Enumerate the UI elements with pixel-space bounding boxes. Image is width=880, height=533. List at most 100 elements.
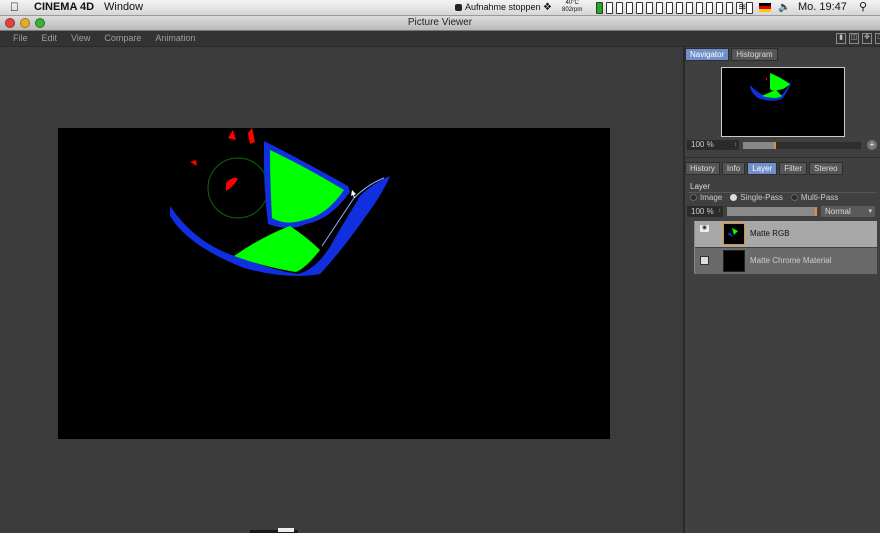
cpu-bar	[626, 2, 633, 14]
window-titlebar: Picture Viewer	[0, 16, 880, 31]
panel-layout-icon[interactable]: ▮	[836, 33, 846, 44]
blend-mode-value: Normal	[825, 207, 851, 216]
red-matte-fragment	[228, 130, 236, 140]
zoom-stepper-icon[interactable]: ↕	[734, 140, 737, 150]
layer-thumbnail	[723, 223, 745, 245]
cpu-bar	[606, 2, 613, 14]
mode-multi-pass-option[interactable]: Multi-Pass	[790, 193, 839, 202]
tab-layer[interactable]: Layer	[747, 162, 778, 175]
expand-icon[interactable]: □	[875, 33, 880, 44]
layer-section-title: Layer	[690, 182, 711, 191]
green-thumb-shape	[770, 73, 790, 91]
cpu-bar	[636, 2, 643, 14]
spotlight-search-icon[interactable]: ⚲	[859, 0, 867, 15]
recording-label: Aufnahme stoppen	[465, 2, 541, 12]
mode-multi-pass-label: Multi-Pass	[800, 193, 839, 202]
layer-mode-options: Image Single-Pass Multi-Pass	[690, 193, 838, 202]
app-menu[interactable]: CINEMA 4D	[34, 0, 94, 15]
temperature-value: 40°C	[565, 0, 579, 6]
menu-edit[interactable]: Edit	[39, 31, 61, 46]
green-backrest	[270, 150, 344, 223]
tab-info[interactable]: Info	[721, 162, 746, 175]
layer-list: ◉ Matte RGB Matte Chrome Material	[695, 221, 877, 275]
tab-navigator[interactable]: Navigator	[685, 48, 730, 61]
menu-view[interactable]: View	[68, 31, 93, 46]
blend-mode-select[interactable]: Normal ▾	[821, 206, 875, 217]
zoom-input[interactable]: 100 %	[687, 140, 739, 150]
clock[interactable]: Mo. 19:47	[798, 0, 847, 15]
menu-compare[interactable]: Compare	[101, 31, 144, 46]
red-matte-fragment	[226, 177, 238, 191]
navigator-preview[interactable]	[721, 67, 845, 137]
zoom-plus-icon[interactable]: +	[867, 140, 877, 150]
zoom-slider[interactable]	[743, 142, 861, 149]
mode-single-pass-label: Single-Pass	[740, 193, 783, 202]
cpu-bar	[676, 2, 683, 14]
cpu-bar	[656, 2, 663, 14]
menu-animation[interactable]: Animation	[152, 31, 198, 46]
cpu-bar	[616, 2, 623, 14]
mode-single-pass-option[interactable]: Single-Pass	[730, 193, 783, 202]
layer-thumbnail	[723, 250, 745, 272]
layer-header	[687, 181, 877, 193]
wifi-icon[interactable]: ≋	[738, 0, 746, 15]
viewer-canvas[interactable]	[0, 47, 684, 533]
tab-histogram[interactable]: Histogram	[731, 48, 778, 61]
navigator-zoom-row: 100 % ↕ +	[687, 140, 877, 151]
mode-image-option[interactable]: Image	[690, 193, 722, 202]
cpu-meter[interactable]	[596, 2, 753, 14]
minimize-window-icon[interactable]	[20, 18, 30, 28]
zoom-slider-thumb[interactable]	[773, 142, 776, 149]
layer-visibility-checkbox[interactable]	[700, 256, 709, 265]
cpu-bar	[726, 2, 733, 14]
side-panel: Navigator Histogram 100 % ↕ + History In…	[685, 47, 880, 533]
dropbox-icon[interactable]: ❖	[542, 2, 553, 13]
fan-speed-value: 802rpm	[562, 7, 583, 13]
recording-stop-button[interactable]: Aufnahme stoppen	[455, 0, 541, 15]
eye-icon[interactable]: ◉	[700, 225, 709, 232]
timeline-marker	[278, 528, 294, 532]
zoom-window-icon[interactable]	[35, 18, 45, 28]
green-thumb-shape	[732, 228, 738, 235]
split-layout-icon[interactable]: ◫	[849, 33, 859, 44]
tab-stereo[interactable]: Stereo	[809, 162, 843, 175]
radio-multi-pass[interactable]	[790, 194, 798, 201]
cpu-bar	[696, 2, 703, 14]
red-matte-fragment	[190, 160, 197, 166]
cpu-bar	[666, 2, 673, 14]
german-flag-icon[interactable]	[759, 3, 771, 12]
opacity-slider[interactable]	[727, 207, 817, 216]
opacity-slider-thumb[interactable]	[815, 207, 817, 216]
tab-history[interactable]: History	[685, 162, 720, 175]
red-thumb-fragment	[766, 78, 767, 80]
window-controls	[5, 18, 45, 28]
move-icon[interactable]: ✥	[862, 33, 872, 44]
layer-name: Matte RGB	[750, 229, 790, 238]
opacity-stepper-icon[interactable]: ↕	[718, 206, 721, 217]
tab-filter[interactable]: Filter	[779, 162, 808, 175]
cpu-bar	[706, 2, 713, 14]
rendered-image[interactable]	[58, 128, 610, 439]
cpu-bar	[686, 2, 693, 14]
close-window-icon[interactable]	[5, 18, 15, 28]
temperature-readout[interactable]: 40°C 802rpm	[562, 0, 582, 14]
navigator-thumbnail	[750, 73, 792, 101]
apple-menu-icon[interactable]: 	[10, 0, 19, 15]
app-menubar: File Edit View Compare Animation ▮ ◫ ✥ □	[0, 31, 880, 47]
opacity-row: 100 % ↕ Normal ▾	[687, 206, 877, 217]
menu-file[interactable]: File	[10, 31, 31, 46]
layer-row-matte-rgb[interactable]: ◉ Matte RGB	[695, 221, 877, 247]
chevron-down-icon: ▾	[868, 208, 872, 215]
matte-render	[170, 128, 390, 276]
volume-icon[interactable]: 🔈	[778, 0, 790, 15]
window-menu[interactable]: Window	[104, 0, 143, 15]
layer-row-matte-chrome-material[interactable]: Matte Chrome Material	[695, 248, 877, 274]
zoom-slider-fill	[743, 142, 775, 149]
radio-image[interactable]	[690, 194, 697, 201]
layout-tools: ▮ ◫ ✥ □	[836, 33, 880, 44]
radio-single-pass[interactable]	[730, 194, 738, 201]
red-matte-fragment	[248, 128, 255, 144]
system-menubar:  CINEMA 4D Window Aufnahme stoppen ❖ 40…	[0, 0, 880, 16]
layer-thumb-art	[728, 228, 738, 237]
cpu-bar	[596, 2, 603, 14]
